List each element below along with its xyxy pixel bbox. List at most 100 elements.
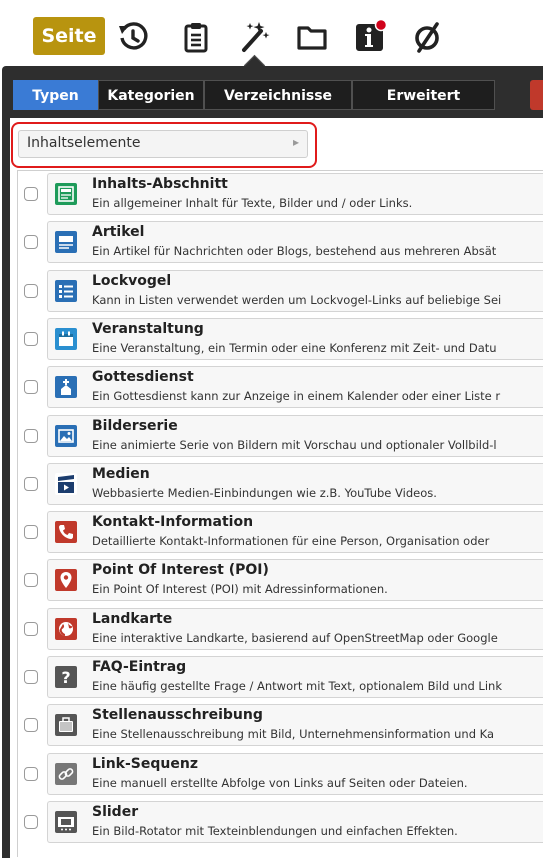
item-description: Eine interaktive Landkarte, basierend au… <box>92 630 498 645</box>
item-checkbox[interactable] <box>24 525 38 540</box>
list-item[interactable]: Point Of Interest (POI) Ein Point Of Int… <box>17 557 543 604</box>
item-description: Eine manuell erstellte Abfolge von Links… <box>92 775 468 790</box>
item-description: Eine animierte Serie von Bildern mit Vor… <box>92 437 497 452</box>
briefcase-icon <box>55 714 77 737</box>
content-section-icon <box>55 183 77 205</box>
item-title: FAQ-Eintrag <box>92 659 187 675</box>
element-type-card[interactable]: Point Of Interest (POI) Ein Point Of Int… <box>47 559 543 602</box>
magic-wand-icon[interactable] <box>237 20 271 54</box>
list-item[interactable]: Landkarte Eine interaktive Landkarte, ba… <box>17 606 543 653</box>
chevron-right-icon: ▸ <box>292 135 299 149</box>
list-item[interactable]: Slider Ein Bild-Rotator mit Texteinblend… <box>17 799 543 846</box>
list-item[interactable]: Artikel Ein Artikel für Nachrichten oder… <box>17 219 543 266</box>
item-description: Ein Bild-Rotator mit Texteinblendungen u… <box>92 823 458 838</box>
list-item[interactable]: Stellenausschreibung Eine Stellenausschr… <box>17 702 543 749</box>
item-description: Eine Veranstaltung, ein Termin oder eine… <box>92 340 497 355</box>
list-item[interactable]: ? FAQ-Eintrag Eine häufig gestellte Frag… <box>17 654 543 701</box>
item-description: Eine häufig gestellte Frage / Antwort mi… <box>92 679 502 693</box>
empty-set-icon[interactable] <box>410 20 444 54</box>
element-type-card[interactable]: Inhalts-Abschnitt Ein allgemeiner Inhalt… <box>47 173 543 215</box>
item-title: Veranstaltung <box>92 320 204 337</box>
item-description: Detaillierte Kontakt-Informationen für e… <box>92 534 490 549</box>
item-checkbox[interactable] <box>24 476 38 491</box>
item-title: Kontakt-Information <box>92 514 254 531</box>
category-dropdown-value: Inhaltselemente <box>27 135 141 151</box>
list-item[interactable]: Gottesdienst Ein Gottesdienst kann zur A… <box>17 364 543 411</box>
item-checkbox[interactable] <box>24 766 38 781</box>
list-item[interactable]: Lockvogel Kann in Listen verwendet werde… <box>17 268 543 315</box>
element-type-card[interactable]: Bilderserie Eine animierte Serie von Bil… <box>47 414 543 457</box>
top-toolbar: Seite <box>0 0 543 66</box>
element-type-card[interactable]: Landkarte Eine interaktive Landkarte, ba… <box>47 607 543 650</box>
item-checkbox[interactable] <box>24 235 38 250</box>
item-checkbox[interactable] <box>24 621 38 636</box>
slider-icon <box>55 810 77 833</box>
item-checkbox[interactable] <box>24 283 38 298</box>
question-icon: ? <box>55 666 77 688</box>
item-checkbox[interactable] <box>24 380 38 395</box>
globe-icon <box>55 617 77 640</box>
calendar-icon <box>55 327 77 350</box>
category-dropdown[interactable]: Inhaltselemente ▸ <box>18 130 308 158</box>
media-icon <box>55 472 77 495</box>
element-type-card[interactable]: Slider Ein Bild-Rotator mit Texteinblend… <box>47 800 543 843</box>
tab-kategorien[interactable]: Kategorien <box>98 80 204 110</box>
item-title: Bilderserie <box>92 417 178 434</box>
item-title: Link-Sequenz <box>92 755 198 772</box>
item-checkbox[interactable] <box>24 718 38 733</box>
item-description: Ein Artikel für Nachrichten oder Blogs, … <box>92 244 497 259</box>
item-description: Eine Stellenausschreibung mit Bild, Unte… <box>92 727 495 742</box>
item-title: Inhalts-Abschnitt <box>92 176 228 192</box>
item-checkbox[interactable] <box>24 814 38 829</box>
item-checkbox[interactable] <box>24 670 38 684</box>
item-title: Gottesdienst <box>92 369 194 386</box>
element-type-card[interactable]: Link-Sequenz Eine manuell erstellte Abfo… <box>47 752 543 795</box>
list-item[interactable]: Link-Sequenz Eine manuell erstellte Abfo… <box>17 751 543 798</box>
extra-tab-button[interactable] <box>530 80 543 110</box>
element-type-card[interactable]: Artikel Ein Artikel für Nachrichten oder… <box>47 221 543 264</box>
list-item[interactable]: Inhalts-Abschnitt Ein allgemeiner Inhalt… <box>17 171 543 218</box>
tab-verzeichnisse[interactable]: Verzeichnisse <box>204 80 352 110</box>
clipboard-icon[interactable] <box>179 20 213 54</box>
item-checkbox[interactable] <box>24 331 38 346</box>
item-title: Stellenausschreibung <box>92 707 263 724</box>
element-type-card[interactable]: Gottesdienst Ein Gottesdienst kann zur A… <box>47 366 543 409</box>
element-type-card[interactable]: Lockvogel Kann in Listen verwendet werde… <box>47 269 543 312</box>
item-title: Slider <box>92 803 139 820</box>
element-type-card[interactable]: Stellenausschreibung Eine Stellenausschr… <box>47 704 543 747</box>
item-checkbox[interactable] <box>24 428 38 443</box>
article-icon <box>55 231 77 254</box>
item-title: Medien <box>92 465 150 482</box>
item-description: Webbasierte Medien-Einbindungen wie z.B.… <box>92 485 437 500</box>
image-series-icon <box>55 424 77 447</box>
phone-icon <box>55 521 77 544</box>
item-checkbox[interactable] <box>24 573 38 588</box>
element-type-card[interactable]: ? FAQ-Eintrag Eine häufig gestellte Frag… <box>47 656 543 698</box>
item-description: Ein Point Of Interest (POI) mit Adressin… <box>92 582 388 597</box>
history-icon[interactable] <box>116 20 150 54</box>
folder-icon[interactable] <box>295 20 329 54</box>
item-title: Artikel <box>92 224 145 241</box>
list-icon <box>55 279 77 302</box>
element-type-card[interactable]: Medien Webbasierte Medien-Einbindungen w… <box>47 462 543 505</box>
map-pin-icon <box>55 569 77 592</box>
page-button[interactable]: Seite <box>33 17 105 55</box>
item-title: Point Of Interest (POI) <box>92 562 269 579</box>
link-icon <box>55 762 77 785</box>
item-title: Lockvogel <box>92 272 172 289</box>
info-icon[interactable] <box>353 20 387 54</box>
list-item[interactable]: Veranstaltung Eine Veranstaltung, ein Te… <box>17 316 543 363</box>
element-type-card[interactable]: Kontakt-Information Detaillierte Kontakt… <box>47 511 543 554</box>
church-icon <box>55 376 77 399</box>
item-description: Ein allgemeiner Inhalt für Texte, Bilder… <box>92 196 413 210</box>
element-type-card[interactable]: Veranstaltung Eine Veranstaltung, ein Te… <box>47 317 543 360</box>
tab-erweitert[interactable]: Erweitert <box>352 80 495 110</box>
tab-typen[interactable]: Typen <box>13 80 98 110</box>
item-description: Ein Gottesdienst kann zur Anzeige in ein… <box>92 389 501 404</box>
list-item[interactable]: Bilderserie Eine animierte Serie von Bil… <box>17 413 543 460</box>
list-item[interactable]: Kontakt-Information Detaillierte Kontakt… <box>17 509 543 556</box>
list-item[interactable]: Medien Webbasierte Medien-Einbindungen w… <box>17 461 543 508</box>
item-checkbox[interactable] <box>24 187 38 201</box>
item-title: Landkarte <box>92 610 173 627</box>
svg-text:?: ? <box>61 668 70 687</box>
